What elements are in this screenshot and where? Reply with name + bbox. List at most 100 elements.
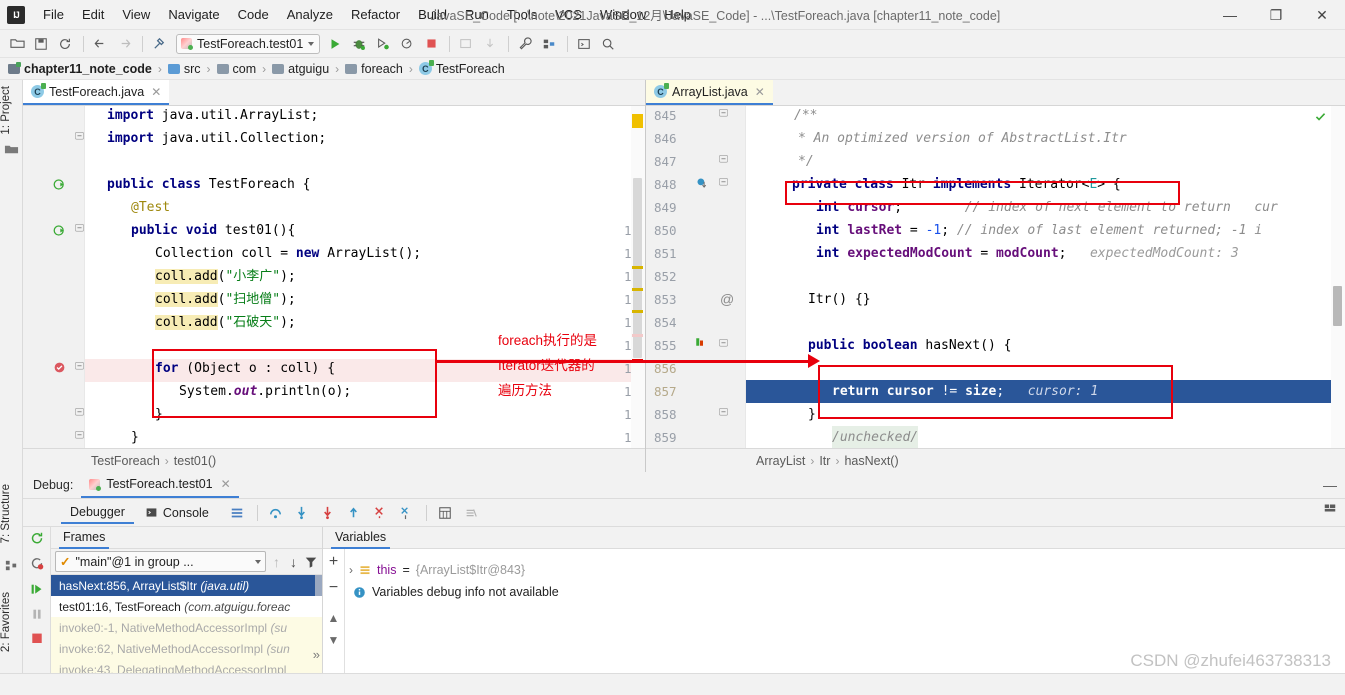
remove-watch-icon[interactable]: −	[329, 579, 338, 597]
run-to-cursor-icon[interactable]	[395, 502, 417, 524]
open-folder-icon[interactable]	[6, 33, 28, 55]
restore-layout-icon[interactable]	[1323, 501, 1337, 515]
hide-panel-icon[interactable]: —	[1323, 477, 1337, 493]
menu-help[interactable]: Help	[655, 3, 700, 26]
list-item-frame[interactable]: invoke0:-1, NativeMethodAccessorImpl (su	[51, 617, 322, 638]
move-down-icon[interactable]: ▼	[328, 633, 340, 647]
fold-minus-icon[interactable]	[74, 407, 85, 418]
breadcrumb-item-foreach[interactable]: foreach	[343, 61, 405, 77]
implemented-method-icon[interactable]	[696, 177, 709, 190]
list-item-frame[interactable]: invoke:62, NativeMethodAccessorImpl (sun	[51, 638, 322, 659]
debug-icon[interactable]	[348, 33, 370, 55]
minimize-button[interactable]: —	[1207, 0, 1253, 30]
menu-refactor[interactable]: Refactor	[342, 3, 409, 26]
rerun-failed-tests-icon[interactable]	[29, 556, 45, 570]
filter-icon[interactable]	[304, 555, 318, 569]
thread-combo[interactable]: ✓ "main"@1 in group ...	[55, 551, 266, 572]
run-gutter-icon[interactable]	[53, 178, 66, 191]
fold-minus-icon[interactable]	[74, 361, 85, 372]
sync-icon[interactable]	[54, 33, 76, 55]
fold-minus-icon[interactable]	[74, 131, 85, 142]
close-icon[interactable]: ✕	[221, 477, 231, 491]
breadcrumb-item-module[interactable]: chapter11_note_code	[6, 61, 154, 77]
tab-console[interactable]: Console	[136, 503, 218, 523]
editor-scrollbar-left[interactable]	[631, 106, 645, 448]
fold-minus-icon[interactable]	[74, 430, 85, 441]
run-gutter-icon[interactable]	[53, 224, 66, 237]
close-icon[interactable]: ✕	[755, 85, 765, 99]
profile-icon[interactable]	[396, 33, 418, 55]
resume-icon[interactable]	[29, 582, 45, 596]
inspection-ok-icon[interactable]	[1314, 110, 1327, 123]
editor-scrollbar-right[interactable]	[1331, 106, 1345, 448]
breadcrumb-class[interactable]: ArrayList	[756, 454, 805, 468]
menu-build[interactable]: Build	[409, 3, 456, 26]
breadcrumb-item-com[interactable]: com	[215, 61, 259, 77]
breadcrumb-item-atguigu[interactable]: atguigu	[270, 61, 331, 77]
stop-icon[interactable]	[30, 632, 44, 645]
run-with-coverage-icon[interactable]	[372, 33, 394, 55]
fold-minus-icon[interactable]	[718, 154, 729, 165]
stop-icon[interactable]	[420, 33, 442, 55]
search-everywhere-icon[interactable]	[597, 33, 619, 55]
step-over-icon[interactable]	[265, 502, 287, 524]
breadcrumb-item-src[interactable]: src	[166, 61, 203, 77]
pause-icon[interactable]	[29, 607, 45, 621]
debug-session-tab[interactable]: TestForeach.test01 ✕	[81, 472, 239, 498]
fold-minus-icon[interactable]	[718, 407, 729, 418]
step-into-icon[interactable]	[291, 502, 313, 524]
tab-testforeach-java[interactable]: C TestForeach.java ✕	[23, 80, 170, 105]
evaluate-expression-icon[interactable]	[434, 502, 456, 524]
menu-view[interactable]: View	[113, 3, 159, 26]
breadcrumb-class[interactable]: TestForeach	[91, 454, 160, 468]
save-all-icon[interactable]	[30, 33, 52, 55]
project-structure-icon[interactable]	[538, 33, 560, 55]
menu-file[interactable]: File	[34, 3, 73, 26]
override-method-icon[interactable]	[694, 336, 706, 348]
menu-tools[interactable]: Tools	[498, 3, 546, 26]
move-down-icon[interactable]: ↓	[287, 554, 300, 570]
menu-navigate[interactable]: Navigate	[159, 3, 228, 26]
pull-icon[interactable]	[479, 33, 501, 55]
fold-minus-icon[interactable]	[718, 177, 729, 188]
breadcrumb-inner-class[interactable]: Itr	[819, 454, 830, 468]
restore-button[interactable]: ❐	[1253, 0, 1299, 30]
menu-analyze[interactable]: Analyze	[278, 3, 342, 26]
move-up-icon[interactable]: ↑	[270, 554, 283, 570]
breakpoint-icon[interactable]	[53, 361, 66, 374]
fold-minus-icon[interactable]	[718, 338, 729, 349]
settings-wrench-icon[interactable]	[514, 33, 536, 55]
frames-scrollbar-thumb[interactable]	[315, 575, 322, 596]
step-out-icon[interactable]	[343, 502, 365, 524]
menu-vcs[interactable]: VCS	[546, 3, 591, 26]
layout-icon[interactable]	[226, 502, 248, 524]
breadcrumb-item-class[interactable]: C TestForeach	[417, 60, 507, 77]
build-hammer-icon[interactable]	[148, 33, 170, 55]
gutter-left[interactable]	[23, 106, 85, 448]
fold-minus-icon[interactable]	[718, 108, 729, 119]
list-item-frame[interactable]: hasNext:856, ArrayList$Itr (java.util)	[51, 575, 322, 596]
force-step-into-icon[interactable]	[317, 502, 339, 524]
forward-arrow-icon[interactable]	[113, 33, 135, 55]
chevron-right-icon[interactable]: ›	[349, 563, 353, 577]
tab-debugger[interactable]: Debugger	[61, 502, 134, 524]
add-watch-icon[interactable]: +	[329, 553, 338, 571]
run-icon[interactable]	[324, 33, 346, 55]
rerun-icon[interactable]	[29, 531, 45, 545]
close-button[interactable]: ✕	[1299, 0, 1345, 30]
close-icon[interactable]: ✕	[151, 85, 161, 99]
sidebar-item-structure[interactable]: 7: Structure	[0, 480, 23, 547]
back-arrow-icon[interactable]	[89, 33, 111, 55]
mute-breakpoints-icon[interactable]	[460, 502, 482, 524]
code-view-right[interactable]: 845 846 847 848 849 850 851 852 853 854 …	[646, 106, 1345, 448]
menu-run[interactable]: Run	[456, 3, 498, 26]
menu-code[interactable]: Code	[229, 3, 278, 26]
expand-frames-icon[interactable]: »	[313, 647, 320, 662]
run-configuration-selector[interactable]: TestForeach.test01	[176, 33, 321, 54]
list-item-frame[interactable]: test01:16, TestForeach (com.atguigu.fore…	[51, 596, 322, 617]
terminal-icon[interactable]	[573, 33, 595, 55]
fold-minus-icon[interactable]	[74, 223, 85, 234]
menu-edit[interactable]: Edit	[73, 3, 113, 26]
menu-window[interactable]: Window	[591, 3, 655, 26]
update-app-icon[interactable]	[455, 33, 477, 55]
